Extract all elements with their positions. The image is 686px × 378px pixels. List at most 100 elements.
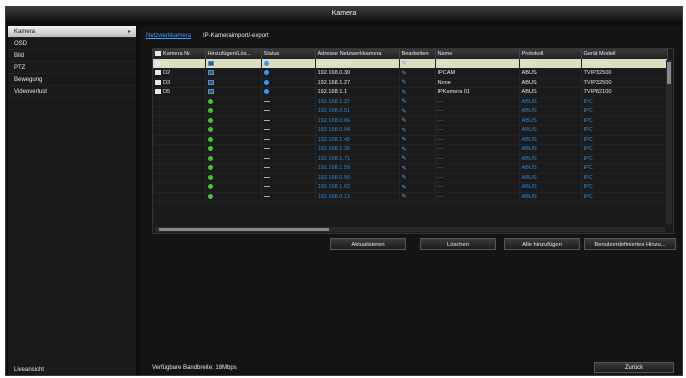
delete-camera-icon[interactable]	[207, 89, 214, 95]
back-button[interactable]: Zurück	[594, 362, 674, 373]
sidebar-item-kamera[interactable]: Kamera	[8, 26, 136, 38]
edit-pencil-icon[interactable]: ✎	[402, 71, 407, 77]
edit-pencil-icon[interactable]: ✎	[402, 90, 407, 96]
liveview-link[interactable]: Liveansicht	[14, 367, 44, 373]
refresh-button[interactable]: Aktualisieren	[330, 238, 406, 250]
add-camera-icon[interactable]	[207, 155, 213, 161]
status-cell	[261, 125, 316, 135]
table-row[interactable]: 192.168.0.66 ✎ — ABUS IPC	[153, 116, 668, 126]
add-camera-icon[interactable]	[207, 174, 213, 180]
protocol-cell: ABUS	[519, 97, 582, 107]
table-row[interactable]: 192.168.1.71 ✎ — ABUS IPC	[153, 154, 668, 164]
address-cell: 192.168.1.27	[315, 78, 400, 88]
edit-cell: ✎	[399, 59, 436, 69]
edit-pencil-icon[interactable]: ✎	[402, 80, 407, 86]
edit-pencil-icon[interactable]: ✎	[402, 61, 407, 67]
add-camera-icon[interactable]	[207, 146, 213, 152]
add-camera-icon[interactable]	[207, 184, 213, 190]
edit-pencil-icon[interactable]: ✎	[402, 99, 407, 105]
status-none-icon	[263, 167, 270, 169]
table-row[interactable]: 192.168.0.51 ✎ — ABUS IPC	[153, 106, 668, 116]
status-none-icon	[263, 138, 270, 140]
edit-pencil-icon[interactable]: ✎	[402, 166, 407, 172]
table-row[interactable]: 192.168.1.62 ✎ — ABUS IPC	[153, 182, 668, 192]
add-all-button[interactable]: Alle hinzufügen	[504, 238, 580, 250]
edit-pencil-icon[interactable]: ✎	[402, 109, 407, 115]
add-camera-icon[interactable]	[207, 127, 213, 133]
edit-pencil-icon[interactable]: ✎	[402, 194, 407, 200]
edit-pencil-icon[interactable]: ✎	[402, 137, 407, 143]
model-cell: IPC	[581, 97, 668, 107]
sidebar-item-bewegung[interactable]: Bewegung	[8, 74, 136, 86]
sidebar-item-osd[interactable]: OSD	[8, 38, 136, 50]
edit-pencil-icon[interactable]: ✎	[402, 147, 407, 153]
model-cell: IPC	[581, 144, 668, 154]
sidebar-item-ptz[interactable]: PTZ	[8, 62, 136, 74]
address-cell: 192.168.0.12	[315, 192, 400, 202]
vertical-scrollbar[interactable]	[666, 60, 672, 224]
protocol-cell: ABUS	[519, 59, 582, 69]
table-row[interactable]: 192.168.1.59 ✎ — ABUS IPC	[153, 163, 668, 173]
add-camera-icon[interactable]	[207, 193, 213, 199]
main-panel: Netzwerkkamera IP-Kameraimport/-export Ka…	[140, 26, 682, 375]
edit-pencil-icon[interactable]: ✎	[402, 156, 407, 162]
row-checkbox[interactable]	[155, 89, 161, 95]
delete-camera-icon[interactable]	[207, 60, 214, 66]
edit-cell: ✎	[399, 97, 436, 107]
table-row[interactable]: 192.168.1.26 ✎ — ABUS IPC	[153, 144, 668, 154]
table-row[interactable]: 192.168.1.45 ✎ — ABUS IPC	[153, 135, 668, 145]
tab-1[interactable]: IP-Kameraimport/-export	[203, 33, 269, 39]
table-row[interactable]: D2 192.168.0.30 ✎ IPCAM ABUS TVIP32500	[153, 68, 668, 78]
address-cell: 192.168.1.45	[315, 135, 400, 145]
tab-0[interactable]: Netzwerkkamera	[146, 33, 191, 39]
add-camera-icon[interactable]	[207, 108, 213, 114]
edit-pencil-icon[interactable]: ✎	[402, 128, 407, 134]
edit-cell: ✎	[399, 125, 436, 135]
table-row[interactable]: D5 192.168.1.1 ✎ IPKamera 01 ABUS TVIP82100	[153, 87, 668, 97]
status-cell	[261, 135, 316, 145]
table-row[interactable]: 192.168.1.37 ✎ — ABUS IPC	[153, 97, 668, 107]
bandwidth-label: Verfügbare Bandbreite: 18Mbps	[152, 365, 237, 371]
name-cell: —	[435, 163, 520, 173]
delete-camera-icon[interactable]	[207, 70, 214, 76]
address-cell: 192.168.1.1	[315, 87, 400, 97]
add-camera-icon[interactable]	[207, 165, 213, 171]
table-row[interactable]: 192.168.0.12 ✎ — ABUS IPC	[153, 192, 668, 202]
status-online-icon	[263, 79, 269, 85]
sidebar-item-videoverlust[interactable]: Videoverlust	[8, 86, 136, 98]
vertical-scroll-thumb[interactable]	[667, 62, 671, 84]
camera-number-cell	[153, 192, 206, 202]
delete-camera-icon[interactable]	[207, 79, 214, 85]
column-header-label: Kamera Nr.	[163, 51, 192, 57]
add-camera-icon[interactable]	[207, 98, 213, 104]
camera-number: D5	[163, 89, 171, 96]
custom-add-button[interactable]: Benutzerdefiniertes Hinzu...	[584, 238, 676, 250]
table-row[interactable]: D3 192.168.1.27 ✎ None ABUS TVIP32500	[153, 78, 668, 88]
edit-pencil-icon[interactable]: ✎	[402, 118, 407, 124]
edit-pencil-icon[interactable]: ✎	[402, 185, 407, 191]
row-checkbox[interactable]	[155, 79, 161, 85]
table-row[interactable]: D1 192.168.0.40 ✎ None ABUS TVIP71551	[153, 59, 668, 69]
select-all-checkbox[interactable]	[155, 51, 161, 57]
edit-cell: ✎	[399, 78, 436, 88]
sidebar-item-bild[interactable]: Bild	[8, 50, 136, 62]
protocol-cell: ABUS	[519, 116, 582, 126]
address-cell: 192.168.1.26	[315, 144, 400, 154]
camera-number: D1	[163, 60, 171, 67]
horizontal-scroll-thumb[interactable]	[159, 228, 329, 231]
row-checkbox[interactable]	[155, 70, 161, 76]
model-cell: IPC	[581, 125, 668, 135]
address-cell: 192.168.0.40	[315, 59, 400, 69]
table-row[interactable]: 192.168.0.50 ✎ — ABUS IPC	[153, 173, 668, 183]
delete-button[interactable]: Löschen	[420, 238, 496, 250]
name-cell: IPKamera 01	[435, 87, 520, 97]
edit-pencil-icon[interactable]: ✎	[402, 175, 407, 181]
add-camera-icon[interactable]	[207, 117, 213, 123]
model-cell: TVIP32500	[581, 68, 668, 78]
add-camera-icon[interactable]	[207, 136, 213, 142]
protocol-cell: ABUS	[519, 144, 582, 154]
table-row[interactable]: 192.168.0.94 ✎ — ABUS IPC	[153, 125, 668, 135]
status-cell	[261, 116, 316, 126]
horizontal-scrollbar[interactable]	[155, 227, 665, 232]
row-checkbox[interactable]	[155, 60, 161, 66]
